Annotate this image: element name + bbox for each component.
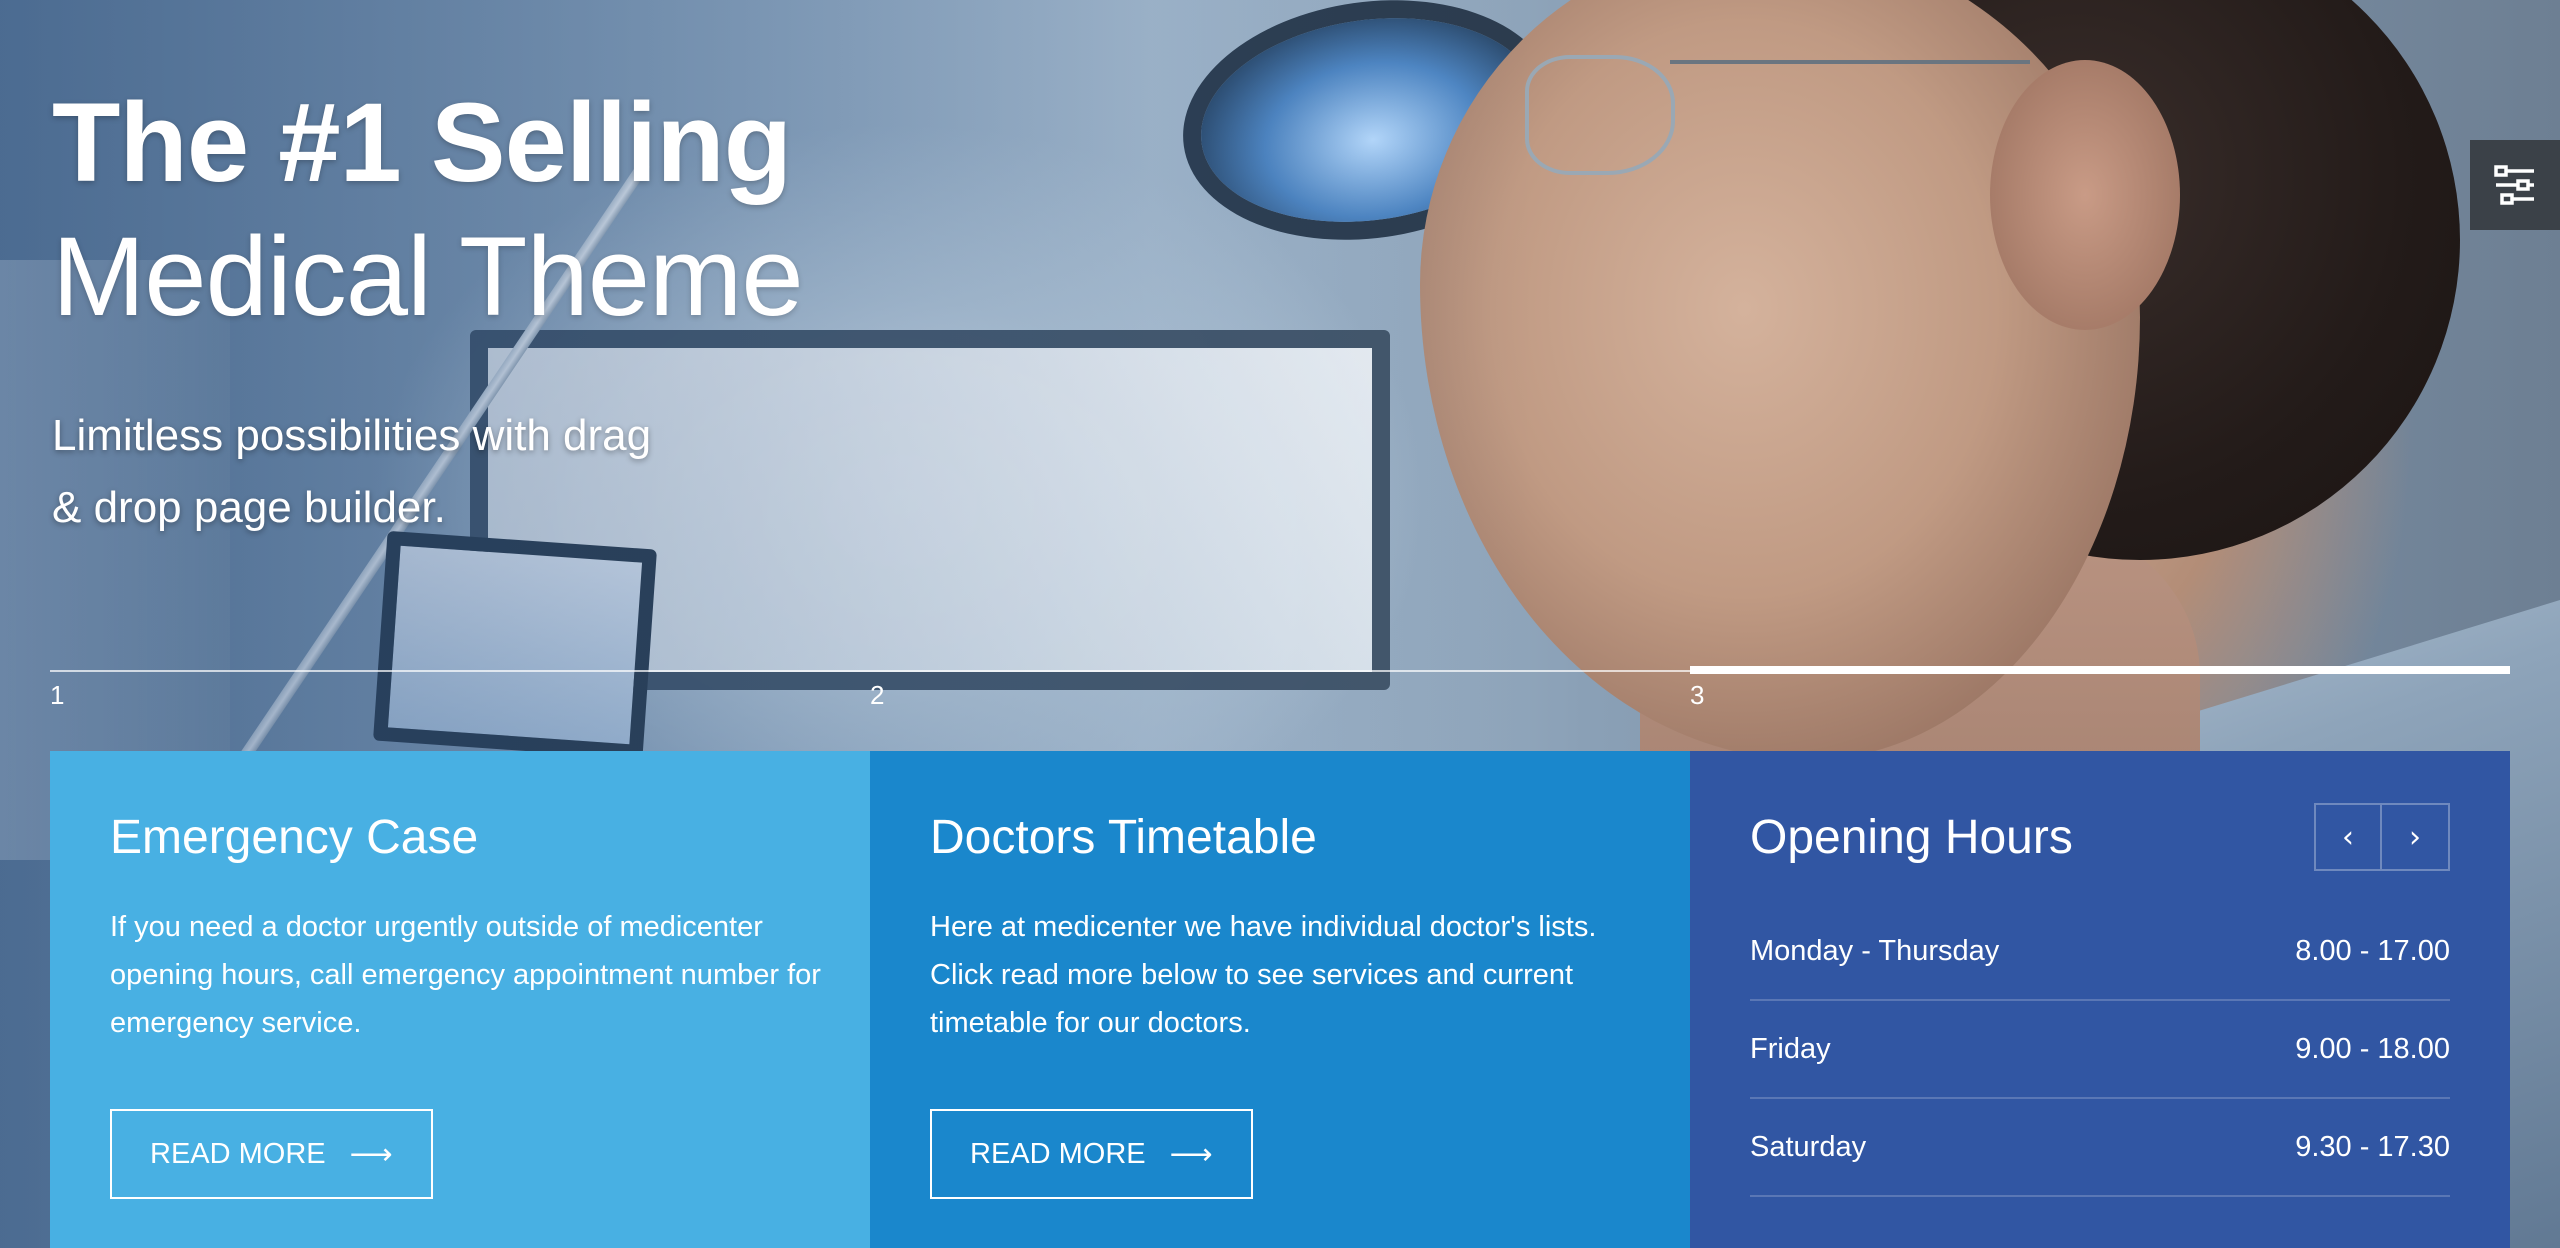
hero-title: The #1 Selling	[52, 80, 792, 205]
hours-row: Friday 9.00 - 18.00	[1750, 1001, 2450, 1099]
hours-nav: ‹ ›	[2314, 803, 2450, 871]
pager-progress-line	[870, 670, 1690, 672]
hours-time: 8.00 - 17.00	[2295, 934, 2450, 967]
hero-subtitle: Medical Theme	[52, 214, 804, 339]
emergency-case-box: Emergency Case If you need a doctor urge…	[50, 751, 870, 1248]
hero-description: Limitless possibilities with drag & drop…	[52, 411, 652, 532]
box-title: Doctors Timetable	[930, 811, 1317, 864]
box-text: Here at medicenter we have individual do…	[930, 911, 1597, 1039]
hours-list: Monday - Thursday 8.00 - 17.00 Friday 9.…	[1750, 903, 2450, 1197]
timetable-read-more-button[interactable]: READ MORE ⟶	[930, 1109, 1253, 1199]
hours-day: Monday - Thursday	[1750, 934, 2000, 967]
emergency-read-more-button[interactable]: READ MORE ⟶	[110, 1109, 433, 1199]
hours-row: Monday - Thursday 8.00 - 17.00	[1750, 903, 2450, 1001]
pager-item-3[interactable]: 3	[1690, 660, 2510, 720]
pager-item-1[interactable]: 1	[50, 660, 870, 720]
hours-day: Friday	[1750, 1032, 1831, 1065]
opening-hours-box: Opening Hours ‹ › Monday - Thursday 8.00…	[1690, 751, 2510, 1248]
button-label: READ MORE	[970, 1137, 1146, 1170]
hours-time: 9.00 - 18.00	[2295, 1032, 2450, 1065]
hours-day: Saturday	[1750, 1130, 1867, 1163]
hours-time: 9.30 - 17.30	[2295, 1130, 2450, 1163]
pager-progress-line	[1690, 666, 2510, 674]
hours-prev-button[interactable]: ‹	[2314, 803, 2382, 871]
pager-number: 3	[1690, 680, 1705, 710]
info-boxes: Emergency Case If you need a doctor urge…	[50, 751, 2510, 1248]
pager-number: 2	[870, 680, 885, 710]
slider-pager: 1 2 3	[50, 660, 2510, 720]
settings-toggle-button[interactable]	[2470, 140, 2560, 230]
hours-next-button[interactable]: ›	[2382, 803, 2450, 871]
pager-number: 1	[50, 680, 65, 710]
arrow-right-icon: ⟶	[349, 1137, 393, 1171]
hours-row: Saturday 9.30 - 17.30	[1750, 1099, 2450, 1197]
doctors-timetable-box: Doctors Timetable Here at medicenter we …	[870, 751, 1690, 1248]
box-title: Emergency Case	[110, 811, 479, 864]
pager-item-2[interactable]: 2	[870, 660, 1690, 720]
settings-sliders-icon	[2494, 165, 2534, 205]
arrow-right-icon: ⟶	[1169, 1137, 1213, 1171]
pager-progress-line	[50, 670, 870, 672]
chevron-left-icon: ‹	[2342, 819, 2354, 855]
chevron-right-icon: ›	[2409, 819, 2421, 855]
box-text: If you need a doctor urgently outside of…	[110, 911, 821, 1039]
button-label: READ MORE	[150, 1137, 326, 1170]
